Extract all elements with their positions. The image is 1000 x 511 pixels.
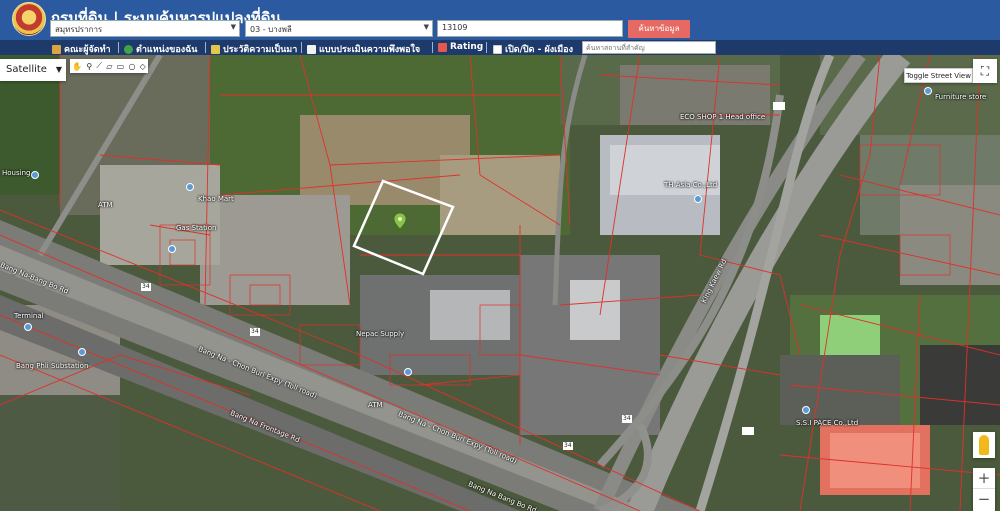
toolbar-divider <box>205 42 206 53</box>
polyline-icon[interactable]: ⟋ <box>96 61 102 71</box>
chevron-down-icon: ▼ <box>423 23 429 31</box>
main-toolbar: คณะผู้จัดทำ ตำแหน่งของฉัน ประวัติความเป็… <box>0 40 1000 55</box>
map-label-atm[interactable]: ATM <box>98 201 113 209</box>
parcel-number-input[interactable]: 13109 <box>437 20 623 37</box>
rating-link[interactable]: Rating <box>438 42 483 52</box>
credits-link[interactable]: คณะผู้จัดทำ <box>52 42 111 56</box>
zoom-out-button[interactable]: − <box>973 489 995 510</box>
map-label-th-asia[interactable]: TH Asia Co.,Ltd <box>664 181 717 189</box>
shop-pin-icon[interactable] <box>186 183 194 191</box>
substation-pin-icon[interactable] <box>78 348 86 356</box>
app-header: กรมที่ดิน | ระบบค้นหารูปแปลงที่ดิน สมุทร… <box>0 0 1000 40</box>
circle-icon[interactable]: ○ <box>128 62 135 71</box>
route-shield: 34 <box>623 415 631 422</box>
pegman-street-view-button[interactable] <box>973 432 995 458</box>
map-type-value: Satellite <box>6 64 47 75</box>
history-link[interactable]: ประวัติความเป็นมา <box>211 42 297 56</box>
map-label-khao-mart[interactable]: Khao Mart <box>198 195 234 203</box>
map-label-substation[interactable]: Bang Phli Substation <box>16 362 88 370</box>
globe-icon <box>124 44 133 54</box>
factory-pin-icon[interactable] <box>802 406 810 414</box>
map-label-terminal[interactable]: Terminal <box>14 312 44 320</box>
shape-tool-icon[interactable]: ◇ <box>140 62 146 71</box>
rectangle-icon[interactable]: ▭ <box>117 62 125 71</box>
district-select[interactable]: 03 - บางพลี ▼ <box>245 20 433 37</box>
map-label-housing[interactable]: Housing <box>2 169 30 177</box>
factory-pin-icon[interactable] <box>694 195 702 203</box>
route-shield: 34 <box>251 328 259 335</box>
polygon-icon[interactable]: ▱ <box>106 62 112 71</box>
my-location-label: ตำแหน่งของฉัน <box>136 45 198 55</box>
history-label: ประวัติความเป็นมา <box>223 45 298 55</box>
place-search-input[interactable] <box>583 42 715 53</box>
map-label-furniture[interactable]: Furniture store <box>935 93 986 101</box>
pan-hand-icon[interactable]: ✋ <box>72 62 82 71</box>
pegman-icon <box>979 435 989 455</box>
survey-label: แบบประเมินความพึงพอใจ <box>319 45 421 55</box>
rating-label: Rating <box>450 42 484 52</box>
route-shield: 34 <box>142 283 150 290</box>
satellite-map[interactable]: 34 34 34 34 Housing ATM Khao Mart Gas St… <box>0 55 1000 511</box>
store-pin-icon[interactable] <box>924 87 932 95</box>
zoning-toggle[interactable]: เปิด/ปิด - ผังเมือง <box>493 42 573 56</box>
toolbar-divider <box>301 42 302 53</box>
document-icon <box>307 44 316 54</box>
map-imagery <box>0 55 1000 511</box>
map-label-gas-station[interactable]: Gas Station <box>176 224 216 232</box>
district-select-value: 03 - บางพลี <box>250 25 292 34</box>
zoning-toggle-label: เปิด/ปิด - ผังเมือง <box>505 45 573 55</box>
team-icon <box>52 44 61 54</box>
map-label-eco-shop[interactable]: ECO SHOP 1 Head office <box>680 113 765 121</box>
toggle-street-view-button[interactable]: Toggle Street View <box>904 68 973 83</box>
drawing-toolbar: ✋ ⚲ ⟋ ▱ ▭ ○ ◇ <box>70 59 148 73</box>
housing-pin-icon[interactable] <box>31 171 39 179</box>
marker-icon[interactable]: ⚲ <box>86 62 92 71</box>
toolbar-divider <box>432 42 433 53</box>
fullscreen-button[interactable]: ⛶ <box>973 59 997 83</box>
route-shield: 34 <box>564 442 572 449</box>
zoom-control: + − <box>973 468 995 511</box>
credits-label: คณะผู้จัดทำ <box>64 45 111 55</box>
atm-pin-icon[interactable] <box>404 368 412 376</box>
gas-pin-icon[interactable] <box>168 245 176 253</box>
fullscreen-icon: ⛶ <box>980 64 990 78</box>
place-search-box[interactable] <box>582 41 716 54</box>
map-type-select[interactable]: Satellite ▼ <box>0 59 66 81</box>
province-select[interactable]: สมุทรปราการ ▼ <box>50 20 240 37</box>
my-location-link[interactable]: ตำแหน่งของฉัน <box>124 42 197 56</box>
transit-pin-icon[interactable] <box>24 323 32 331</box>
department-seal-logo <box>12 2 46 36</box>
parcel-number-value: 13109 <box>442 23 468 32</box>
zoom-in-button[interactable]: + <box>973 468 995 489</box>
chevron-down-icon: ▼ <box>55 65 62 74</box>
chevron-down-icon: ▼ <box>230 23 236 31</box>
checkbox-icon[interactable] <box>493 44 502 54</box>
chart-icon <box>438 42 447 52</box>
plant-icon <box>211 44 220 54</box>
map-label-atm[interactable]: ATM <box>368 401 383 409</box>
toolbar-divider <box>118 42 119 53</box>
province-select-value: สมุทรปราการ <box>55 25 103 34</box>
search-button[interactable]: ค้นหาข้อมูล <box>628 20 690 38</box>
toolbar-divider <box>486 42 487 53</box>
map-label-nepac[interactable]: Nepac Supply <box>356 330 404 338</box>
survey-link[interactable]: แบบประเมินความพึงพอใจ <box>307 42 420 56</box>
map-label-ssi-pace[interactable]: S.S.I PACE Co.,Ltd <box>796 419 858 427</box>
